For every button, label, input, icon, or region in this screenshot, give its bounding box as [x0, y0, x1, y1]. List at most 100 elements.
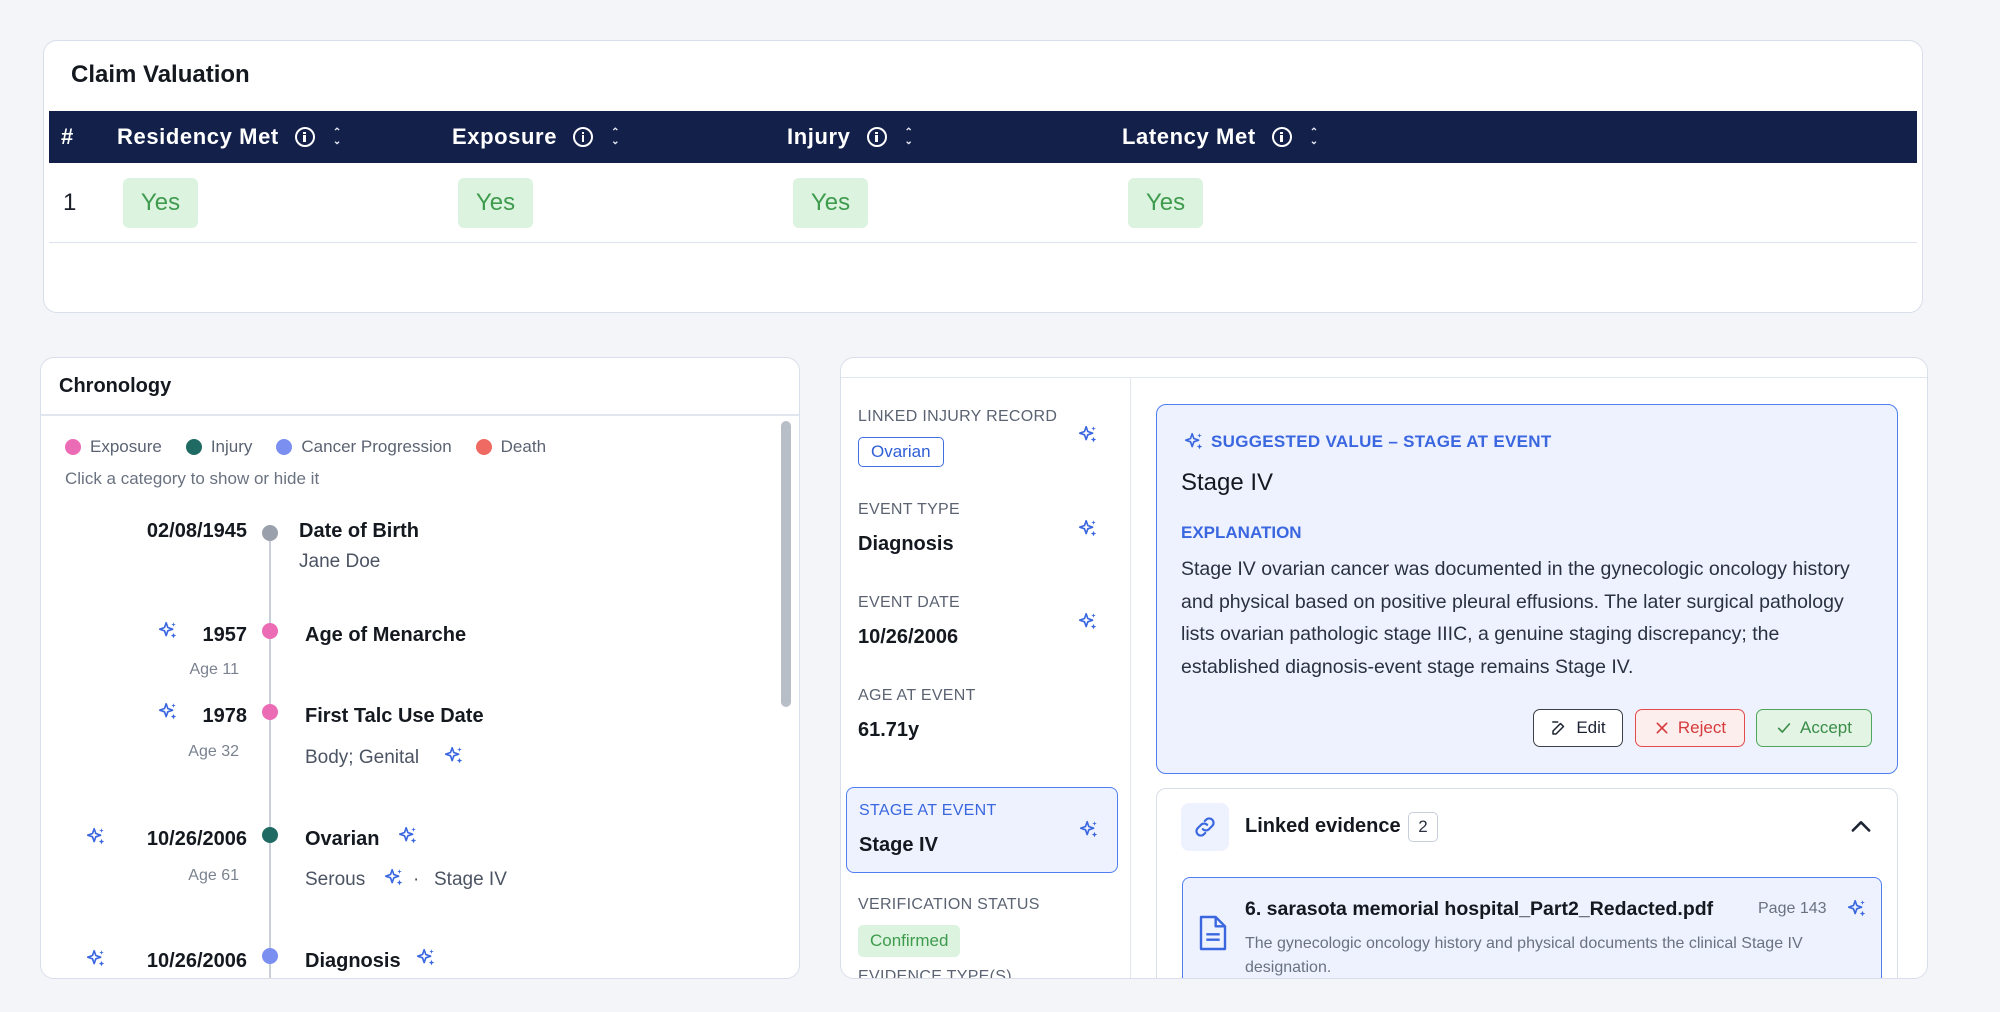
latency-status-badge: Yes	[1128, 178, 1203, 228]
sort-icon[interactable]: ⌃ ⌄	[611, 128, 620, 147]
event-age: Age 11	[189, 661, 239, 678]
event-date: 02/08/1945	[146, 520, 247, 542]
ai-sparkle-icon	[157, 620, 179, 642]
event-dot-icon	[262, 623, 278, 639]
ai-sparkle-icon	[1077, 424, 1099, 446]
separator-dot: ·	[413, 869, 420, 890]
detail-topbar	[841, 358, 1927, 378]
event-age: Age 61	[188, 867, 239, 884]
event-date-value[interactable]: 10/26/2006	[858, 626, 958, 649]
event-dot-icon	[262, 827, 278, 843]
divider	[41, 414, 799, 416]
scrollbar-thumb[interactable]	[781, 421, 791, 707]
residency-status-badge: Yes	[123, 178, 198, 228]
info-icon[interactable]	[573, 127, 594, 147]
event-date-label: EVENT DATE	[858, 594, 960, 611]
injury-status-badge: Yes	[793, 178, 868, 228]
event-type-value[interactable]: Diagnosis	[858, 533, 954, 556]
legend-item-death[interactable]: Death	[475, 437, 546, 457]
event-date: 10/26/2006	[146, 950, 247, 972]
edit-button[interactable]: Edit	[1533, 709, 1623, 747]
chronology-title: Chronology	[59, 375, 172, 397]
event-subtitle: Serous	[305, 869, 366, 890]
suggested-value-card: SUGGESTED VALUE – STAGE AT EVENT Stage I…	[1156, 404, 1898, 774]
explanation-label: EXPLANATION	[1181, 523, 1302, 542]
chronology-panel: Chronology Exposure Injury Cancer Progre…	[40, 357, 800, 979]
info-icon[interactable]	[294, 127, 315, 147]
column-label-latency: Latency Met	[1122, 124, 1256, 149]
event-dot-icon	[262, 704, 278, 720]
info-icon[interactable]	[1271, 127, 1292, 147]
chevron-up-icon[interactable]	[1847, 813, 1875, 841]
ai-sparkle-icon	[85, 948, 107, 970]
sort-icon[interactable]: ⌃ ⌄	[905, 128, 914, 147]
explanation-text: Stage IV ovarian cancer was documented i…	[1181, 558, 1850, 678]
event-date: 10/26/2006	[146, 828, 247, 850]
timeline-line	[269, 538, 271, 978]
legend-hint: Click a category to show or hide it	[65, 469, 320, 488]
evidence-type-label: EVIDENCE TYPE(S)	[858, 968, 1012, 979]
evidence-document-card[interactable]: 6. sarasota memorial hospital_Part2_Reda…	[1182, 877, 1882, 978]
accept-button[interactable]: Accept	[1756, 709, 1872, 747]
column-header-latency[interactable]: Latency Met ⌃ ⌄	[1122, 111, 1319, 163]
age-at-event-value: 61.71y	[858, 719, 920, 741]
cancer-progression-dot-icon	[276, 439, 293, 455]
stage-at-event-value: Stage IV	[859, 834, 938, 856]
age-at-event-label: AGE AT EVENT	[858, 687, 976, 704]
event-title: Diagnosis	[305, 950, 401, 972]
linked-evidence-section: Linked evidence 2 6. sarasota memorial h…	[1156, 788, 1898, 978]
stage-at-event-field[interactable]: STAGE AT EVENT Stage IV	[846, 787, 1118, 873]
sort-icon[interactable]: ⌃ ⌄	[333, 128, 342, 147]
event-title: Age of Menarche	[305, 624, 467, 646]
claim-valuation-card: Claim Valuation # Residency Met ⌃ ⌄ Expos…	[43, 40, 1923, 313]
suggested-value: Stage IV	[1181, 469, 1274, 496]
event-type-label: EVENT TYPE	[858, 501, 960, 518]
column-header-injury[interactable]: Injury ⌃ ⌄	[787, 111, 913, 163]
event-dot-icon	[262, 948, 278, 964]
reject-button[interactable]: Reject	[1635, 709, 1745, 747]
verification-status-badge: Confirmed	[858, 925, 961, 957]
legend-item-injury[interactable]: Injury	[185, 437, 252, 457]
close-icon	[1656, 722, 1668, 734]
evidence-count-badge: 2	[1408, 812, 1438, 842]
event-title: Date of Birth	[299, 520, 419, 542]
event-fields-column: LINKED INJURY RECORD Ovarian EVENT TYPE …	[841, 378, 1131, 978]
ai-sparkle-icon	[1846, 898, 1868, 920]
injury-dot-icon	[185, 439, 202, 455]
linked-injury-tag[interactable]: Ovarian	[858, 437, 944, 467]
edit-icon	[1552, 721, 1565, 735]
document-page: Page 143	[1758, 900, 1827, 917]
ai-sparkle-icon	[1183, 431, 1205, 453]
sort-icon[interactable]: ⌃ ⌄	[1310, 128, 1319, 147]
ai-sparkle-icon	[1078, 819, 1100, 841]
claim-table-header: # Residency Met ⌃ ⌄ Exposure ⌃ ⌄ Injury ⌃ ⌄…	[49, 111, 1917, 163]
exposure-status-badge: Yes	[458, 178, 533, 228]
table-row[interactable]: 1 Yes Yes Yes Yes	[49, 163, 1917, 243]
legend-item-exposure[interactable]: Exposure	[65, 437, 162, 457]
linked-injury-label: LINKED INJURY RECORD	[858, 408, 1058, 425]
ai-sparkle-icon	[1077, 611, 1099, 633]
check-icon	[1777, 723, 1791, 733]
ai-sparkle-icon	[1077, 518, 1099, 540]
column-header-number: #	[61, 124, 74, 149]
death-dot-icon	[475, 439, 492, 455]
legend-item-cancer-progression[interactable]: Cancer Progression	[276, 437, 452, 457]
verification-status-label: VERIFICATION STATUS	[858, 896, 1040, 913]
ai-sparkle-icon	[383, 867, 405, 889]
event-date: 1978	[202, 705, 248, 727]
event-stage: Stage IV	[434, 869, 507, 890]
ai-sparkle-icon	[443, 745, 465, 767]
document-description: The gynecologic oncology history and phy…	[1245, 935, 1803, 976]
event-subtitle: Body; Genital	[305, 747, 420, 768]
info-icon[interactable]	[866, 127, 887, 147]
chronology-legend: Exposure Injury Cancer Progression Death	[65, 437, 570, 457]
suggested-value-header: SUGGESTED VALUE – STAGE AT EVENT	[1183, 431, 1552, 453]
event-subtitle: Jane Doe	[299, 551, 381, 572]
ai-sparkle-icon	[85, 826, 107, 848]
linked-evidence-label: Linked evidence	[1245, 815, 1401, 837]
column-header-residency[interactable]: Residency Met ⌃ ⌄	[117, 111, 342, 163]
ai-sparkle-icon	[157, 701, 179, 723]
column-header-exposure[interactable]: Exposure ⌃ ⌄	[452, 111, 620, 163]
document-name[interactable]: 6. sarasota memorial hospital_Part2_Reda…	[1245, 898, 1713, 921]
link-icon	[1181, 803, 1229, 851]
